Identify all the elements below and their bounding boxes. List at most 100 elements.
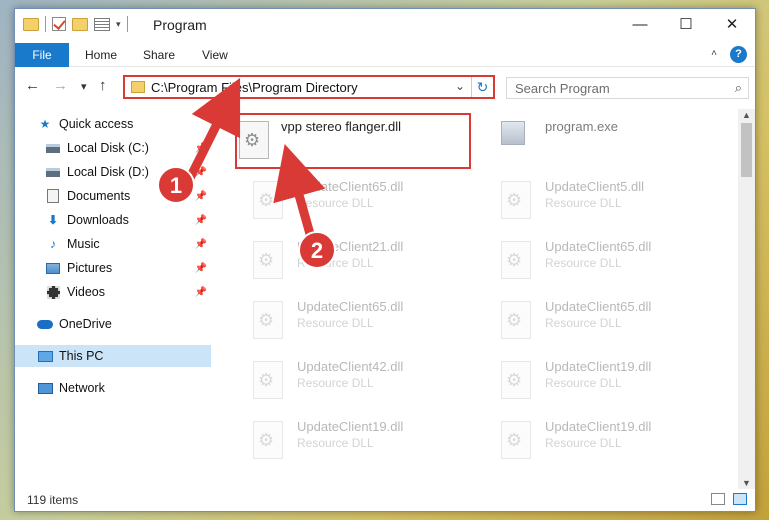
title-bar: ▾ Program — ☐ ✕ — [15, 9, 755, 41]
file-name: UpdateClient65.dll — [297, 179, 404, 194]
sidebar-item-local-disk-d[interactable]: Local Disk (D:) 📌 — [15, 161, 211, 183]
dll-file-icon — [239, 121, 269, 159]
disk-icon — [45, 165, 61, 179]
file-item-exe[interactable]: program.exe — [483, 113, 723, 169]
pin-icon[interactable]: 📌 — [195, 287, 207, 298]
collapse-ribbon-icon[interactable]: ˄ — [711, 48, 717, 59]
file-type: Resource DLL — [545, 376, 622, 390]
sidebar-item-pictures[interactable]: Pictures 📌 — [15, 257, 211, 279]
tab-view[interactable]: View — [202, 43, 228, 67]
file-item[interactable]: UpdateClient21.dll Resource DLL — [235, 233, 475, 289]
folder-icon[interactable] — [23, 17, 39, 31]
sidebar-item-network[interactable]: Network — [15, 377, 211, 399]
pin-icon[interactable]: 📌 — [195, 239, 207, 250]
pc-icon — [37, 349, 53, 363]
download-icon: ⬇ — [47, 213, 59, 227]
sidebar-item-documents[interactable]: Documents 📌 — [15, 185, 211, 207]
disk-icon — [45, 141, 61, 155]
videos-icon — [45, 285, 61, 299]
back-button[interactable]: ← — [25, 77, 40, 94]
file-item[interactable]: UpdateClient19.dll Resource DLL — [483, 353, 723, 409]
scroll-thumb[interactable] — [741, 123, 752, 177]
music-icon: ♪ — [50, 237, 56, 251]
window-controls: — ☐ ✕ — [617, 9, 755, 39]
pin-icon[interactable]: 📌 — [195, 143, 207, 154]
file-item[interactable]: UpdateClient19.dll Resource DLL — [235, 413, 475, 469]
explorer-window: ▾ Program — ☐ ✕ File Home Share View ˄ ?… — [14, 8, 756, 512]
address-bar[interactable]: C:\Program Files\Program Directory ⌄ ↻ — [123, 75, 495, 99]
sidebar-item-downloads[interactable]: ⬇ Downloads 📌 — [15, 209, 211, 231]
refresh-button[interactable]: ↻ — [471, 77, 493, 97]
file-item[interactable]: UpdateClient65.dll Resource DLL — [235, 173, 475, 229]
file-item[interactable]: UpdateClient65.dll Resource DLL — [235, 293, 475, 349]
pin-icon[interactable]: 📌 — [195, 167, 207, 178]
file-name: UpdateClient19.dll — [297, 419, 404, 434]
minimize-button[interactable]: — — [617, 9, 663, 39]
file-item[interactable]: UpdateClient65.dll Resource DLL — [483, 293, 723, 349]
forward-button[interactable]: → — [53, 77, 68, 94]
scroll-up-icon[interactable]: ▲ — [742, 110, 751, 120]
divider — [126, 16, 128, 32]
sidebar-item-music[interactable]: ♪ Music 📌 — [15, 233, 211, 255]
sidebar-item-label: This PC — [59, 349, 104, 363]
divider — [45, 16, 46, 32]
up-button[interactable]: ↑ — [99, 77, 107, 94]
file-name: program.exe — [545, 119, 618, 134]
exe-file-icon — [501, 121, 525, 145]
search-icon[interactable]: ⌕ — [735, 80, 742, 96]
sidebar-item-label: Downloads — [67, 213, 129, 227]
help-button[interactable]: ? — [730, 46, 747, 63]
details-view-icon[interactable] — [711, 493, 725, 505]
quick-access-toolbar: ▾ — [23, 16, 128, 32]
file-item[interactable]: UpdateClient65.dll Resource DLL — [483, 233, 723, 289]
dll-file-icon — [253, 421, 283, 459]
pin-icon[interactable]: 📌 — [195, 191, 207, 202]
file-type: Resource DLL — [297, 316, 374, 330]
close-button[interactable]: ✕ — [709, 9, 755, 39]
tab-home[interactable]: Home — [85, 43, 117, 67]
file-item-highlighted[interactable]: vpp stereo flanger.dll — [235, 113, 471, 169]
new-folder-icon[interactable] — [72, 17, 88, 31]
file-item[interactable]: UpdateClient19.dll Resource DLL — [483, 413, 723, 469]
pictures-icon — [45, 261, 61, 275]
sidebar-item-label: Network — [59, 381, 105, 395]
document-icon — [45, 189, 61, 203]
address-dropdown-icon[interactable]: ⌄ — [455, 79, 465, 93]
vertical-scrollbar[interactable]: ▲ ▼ — [738, 109, 755, 489]
file-name: vpp stereo flanger.dll — [281, 119, 401, 134]
pin-icon[interactable]: 📌 — [195, 263, 207, 274]
dll-file-icon — [253, 181, 283, 219]
scroll-down-icon[interactable]: ▼ — [742, 478, 751, 488]
sidebar-item-label: OneDrive — [59, 317, 112, 331]
sidebar-item-this-pc[interactable]: This PC — [15, 345, 211, 367]
dll-file-icon — [501, 301, 531, 339]
rename-icon[interactable] — [94, 17, 110, 31]
properties-check-icon[interactable] — [52, 17, 66, 31]
large-icons-view-icon[interactable] — [733, 493, 747, 505]
address-path[interactable]: C:\Program Files\Program Directory — [151, 80, 358, 95]
file-name: UpdateClient65.dll — [545, 299, 652, 314]
qat-dropdown-icon[interactable]: ▾ — [116, 19, 121, 30]
star-icon: ★ — [39, 117, 51, 131]
window-title: Program — [153, 17, 207, 33]
sidebar-item-quick-access[interactable]: ★ Quick access — [15, 113, 211, 135]
maximize-button[interactable]: ☐ — [663, 9, 709, 39]
tab-share[interactable]: Share — [143, 43, 175, 67]
view-switcher — [711, 493, 747, 505]
sidebar-item-label: Music — [67, 237, 100, 251]
sidebar-item-label: Documents — [67, 189, 131, 203]
pin-icon[interactable]: 📌 — [195, 215, 207, 226]
search-input[interactable]: Search Program ⌕ — [506, 77, 749, 99]
sidebar-item-videos[interactable]: Videos 📌 — [15, 281, 211, 303]
item-count: 119 items — [27, 493, 79, 507]
recent-locations-button[interactable]: ▾ — [81, 80, 87, 93]
file-name: UpdateClient5.dll — [545, 179, 645, 194]
dll-file-icon — [501, 421, 531, 459]
sidebar-item-onedrive[interactable]: OneDrive — [15, 313, 211, 335]
sidebar-item-local-disk-c[interactable]: Local Disk (C:) 📌 — [15, 137, 211, 159]
file-type: Resource DLL — [297, 376, 374, 390]
file-item[interactable]: UpdateClient42.dll Resource DLL — [235, 353, 475, 409]
search-placeholder: Search Program — [515, 81, 610, 96]
tab-file[interactable]: File — [15, 43, 69, 67]
file-item[interactable]: UpdateClient5.dll Resource DLL — [483, 173, 723, 229]
